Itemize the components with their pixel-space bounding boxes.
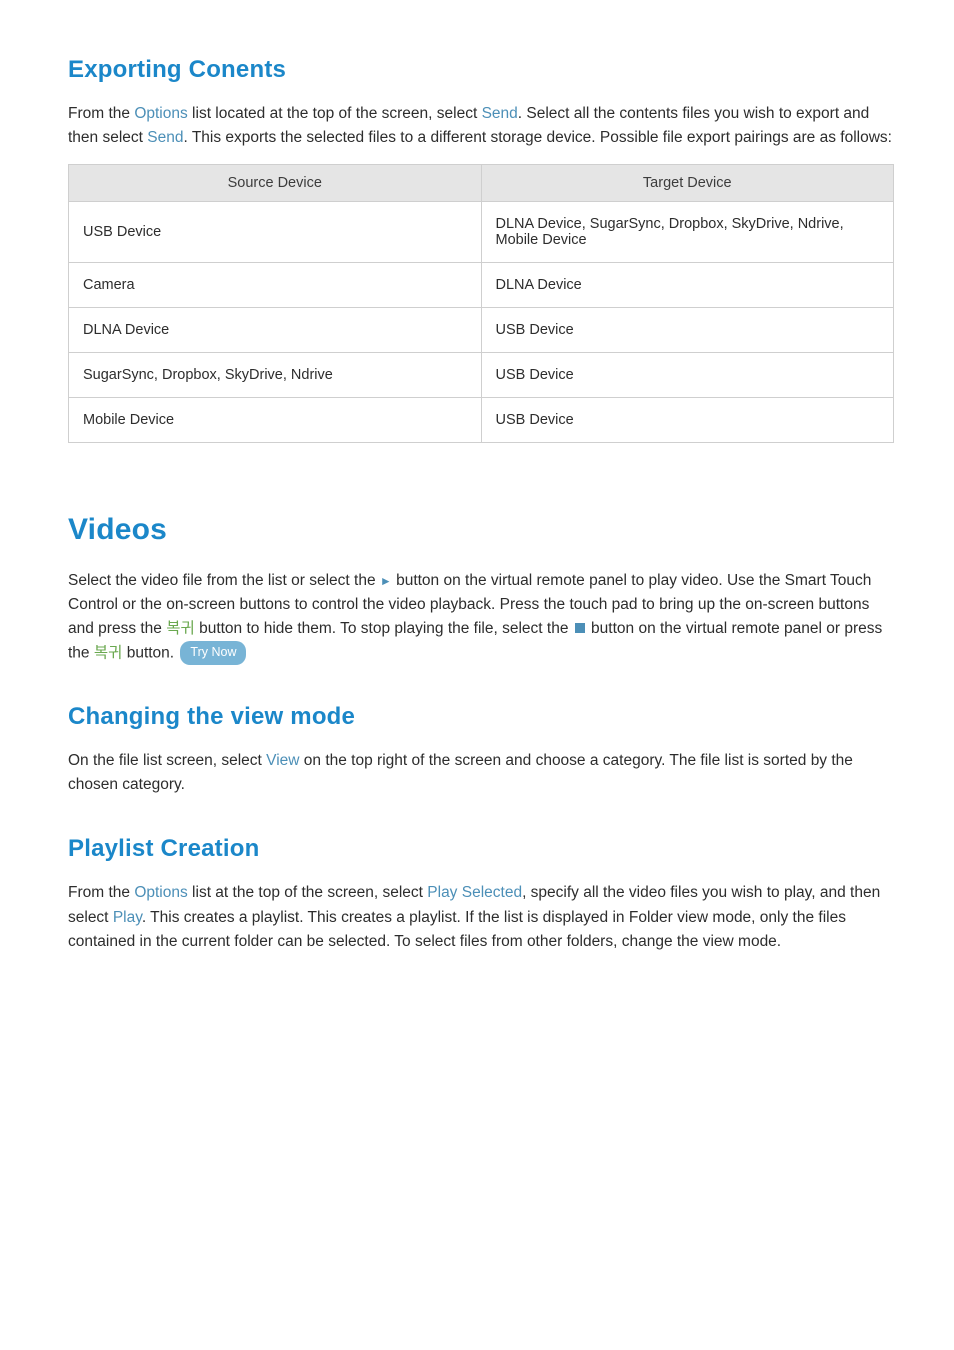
keyword-send: Send bbox=[482, 105, 518, 122]
export-pairings-table: Source Device Target Device USB Device D… bbox=[68, 164, 894, 443]
keyword-play-selected: Play Selected bbox=[427, 884, 522, 901]
keyword-options: Options bbox=[134, 884, 187, 901]
heading-exporting-contents: Exporting Conents bbox=[68, 56, 894, 84]
text: list at the top of the screen, select bbox=[188, 884, 428, 901]
keyword-send: Send bbox=[147, 129, 183, 146]
keyword-return: 복귀 bbox=[94, 644, 123, 661]
cell-source: Mobile Device bbox=[69, 398, 482, 443]
table-row: SugarSync, Dropbox, SkyDrive, Ndrive USB… bbox=[69, 353, 894, 398]
text: From the bbox=[68, 105, 134, 122]
stop-icon bbox=[575, 623, 585, 633]
text: On the file list screen, select bbox=[68, 752, 266, 769]
table-header-row: Source Device Target Device bbox=[69, 165, 894, 202]
playlist-paragraph: From the Options list at the top of the … bbox=[68, 881, 894, 953]
table-row: USB Device DLNA Device, SugarSync, Dropb… bbox=[69, 202, 894, 263]
text: Select the video file from the list or s… bbox=[68, 572, 380, 589]
table-row: Camera DLNA Device bbox=[69, 263, 894, 308]
viewmode-paragraph: On the file list screen, select View on … bbox=[68, 749, 894, 797]
text: button. bbox=[122, 644, 178, 661]
keyword-view: View bbox=[266, 752, 299, 769]
text: list located at the top of the screen, s… bbox=[188, 105, 482, 122]
exporting-paragraph: From the Options list located at the top… bbox=[68, 102, 894, 150]
table-row: Mobile Device USB Device bbox=[69, 398, 894, 443]
cell-target: DLNA Device, SugarSync, Dropbox, SkyDriv… bbox=[481, 202, 894, 263]
cell-target: USB Device bbox=[481, 308, 894, 353]
col-header-target: Target Device bbox=[481, 165, 894, 202]
keyword-play: Play bbox=[113, 909, 142, 926]
text: . This exports the selected files to a d… bbox=[183, 129, 892, 146]
try-now-badge[interactable]: Try Now bbox=[180, 641, 246, 665]
cell-source: USB Device bbox=[69, 202, 482, 263]
cell-target: USB Device bbox=[481, 398, 894, 443]
cell-target: USB Device bbox=[481, 353, 894, 398]
cell-source: Camera bbox=[69, 263, 482, 308]
col-header-source: Source Device bbox=[69, 165, 482, 202]
cell-target: DLNA Device bbox=[481, 263, 894, 308]
text: button to hide them. To stop playing the… bbox=[195, 620, 573, 637]
cell-source: SugarSync, Dropbox, SkyDrive, Ndrive bbox=[69, 353, 482, 398]
heading-videos: Videos bbox=[68, 513, 894, 547]
page: Exporting Conents From the Options list … bbox=[0, 0, 954, 1350]
heading-changing-view-mode: Changing the view mode bbox=[68, 703, 894, 731]
keyword-options: Options bbox=[134, 105, 187, 122]
heading-playlist-creation: Playlist Creation bbox=[68, 835, 894, 863]
videos-paragraph: Select the video file from the list or s… bbox=[68, 569, 894, 665]
table-row: DLNA Device USB Device bbox=[69, 308, 894, 353]
cell-source: DLNA Device bbox=[69, 308, 482, 353]
text: From the bbox=[68, 884, 134, 901]
text: . This creates a playlist. This creates … bbox=[68, 909, 846, 950]
play-icon: ► bbox=[380, 574, 392, 588]
keyword-return: 복귀 bbox=[166, 620, 195, 637]
